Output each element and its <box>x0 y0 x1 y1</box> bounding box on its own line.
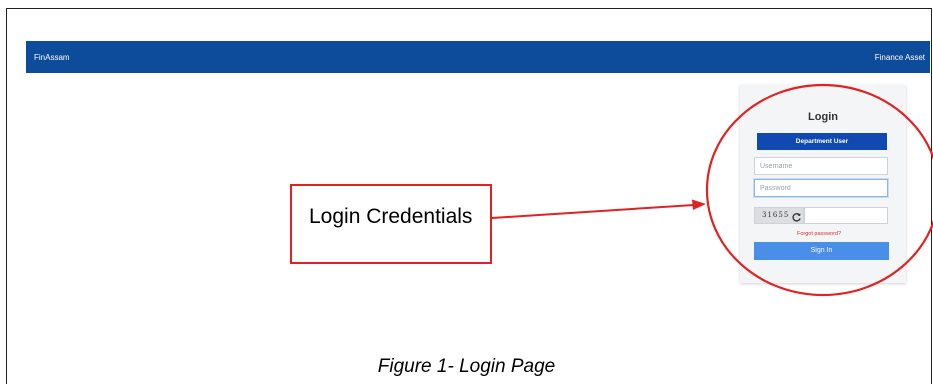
forgot-password-link[interactable]: Forgot password? <box>797 231 841 237</box>
password-input[interactable] <box>754 179 888 197</box>
sign-in-button[interactable]: Sign In <box>754 242 889 260</box>
captcha-code: 31655 <box>762 211 790 219</box>
login-title: Login <box>808 111 838 123</box>
brand-logo-text[interactable]: FinAssam <box>34 53 70 62</box>
login-credentials-callout: Login Credentials <box>290 184 492 264</box>
callout-label: Login Credentials <box>309 205 473 228</box>
refresh-icon[interactable] <box>791 210 802 222</box>
captcha-input[interactable] <box>804 207 888 224</box>
department-user-button[interactable]: Department User <box>757 133 887 150</box>
top-navbar: FinAssam Finance Asset <box>26 41 930 73</box>
captcha-image: 31655 <box>754 207 804 224</box>
nav-finance-asset-link[interactable]: Finance Asset <box>875 53 925 62</box>
username-input[interactable] <box>754 157 888 175</box>
figure-caption: Figure 1- Login Page <box>377 356 556 377</box>
